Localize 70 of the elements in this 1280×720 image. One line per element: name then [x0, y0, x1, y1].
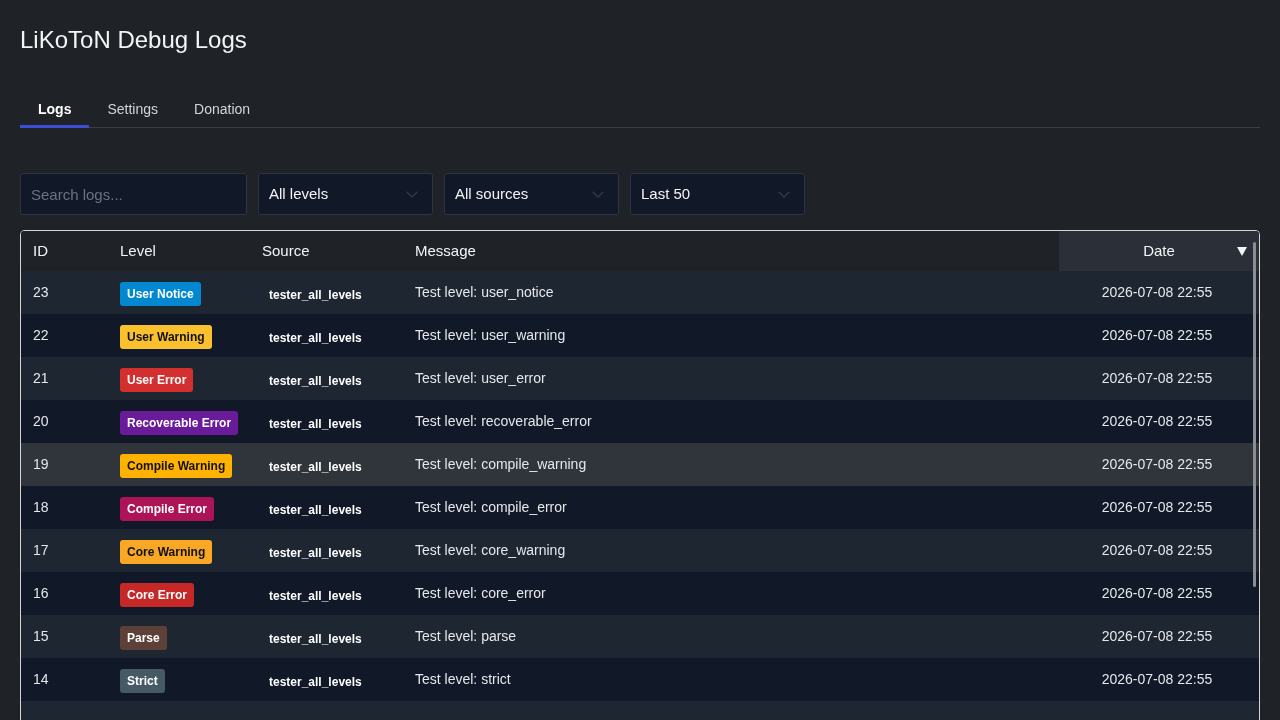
- log-id: 18: [33, 498, 49, 515]
- table-row[interactable]: 16 Core Error tester_all_levels Test level: core_error 2026-07-08 22:55: [21, 572, 1259, 615]
- level-badge: Recoverable Error: [120, 411, 239, 435]
- level-badge: Compile Error: [120, 497, 214, 521]
- log-message: Test level: user_error: [415, 369, 546, 386]
- log-source: tester_all_levels: [269, 416, 362, 431]
- log-date: 2026-07-08 22:55: [1101, 455, 1213, 472]
- log-id: 19: [33, 455, 49, 472]
- log-message: Test level: recoverable_error: [415, 412, 592, 429]
- caret-down-icon: [1237, 246, 1247, 256]
- table-row[interactable]: 20 Recoverable Error tester_all_levels Test level: recoverable_error 2026-07-08 22:55: [21, 400, 1259, 443]
- tab[interactable]: Logs: [20, 91, 90, 128]
- log-source: tester_all_levels: [269, 588, 362, 603]
- level-badge: User Warning: [120, 325, 212, 349]
- log-message: Test level: parse: [415, 627, 517, 644]
- chevron-down-icon: [406, 190, 418, 198]
- log-id: 16: [33, 584, 49, 601]
- table-row[interactable]: 22 User Warning tester_all_levels Test level: user_warning 2026-07-08 22:55: [21, 314, 1259, 357]
- level-badge: User Error: [120, 368, 194, 392]
- log-date: 2026-07-08 22:55: [1101, 326, 1213, 343]
- log-message: Test level: compile_warning: [415, 455, 587, 472]
- log-source: tester_all_levels: [269, 631, 362, 646]
- log-date: 2026-07-08 22:55: [1101, 412, 1213, 429]
- log-date: 2026-07-08 22:55: [1101, 541, 1213, 558]
- log-source: tester_all_levels: [269, 459, 362, 474]
- tab[interactable]: Donation: [176, 91, 269, 128]
- log-id: 14: [33, 670, 49, 687]
- log-id: 21: [33, 369, 49, 386]
- log-id: 22: [33, 326, 49, 343]
- level-badge: Parse: [120, 626, 167, 650]
- log-message: Test level: compile_error: [415, 498, 567, 515]
- level-badge: User Notice: [120, 282, 201, 306]
- dropdown[interactable]: Last 50: [630, 173, 805, 215]
- log-id: 20: [33, 412, 49, 429]
- log-source: tester_all_levels: [269, 373, 362, 388]
- log-date: 2026-07-08 22:55: [1101, 584, 1213, 601]
- log-id: 23: [33, 283, 49, 300]
- log-source: tester_all_levels: [269, 502, 362, 517]
- log-source: tester_all_levels: [269, 330, 362, 345]
- table-row[interactable]: 14 Strict tester_all_levels Test level: strict 2026-07-08 22:55: [21, 658, 1259, 701]
- table-row[interactable]: 18 Compile Error tester_all_levels Test level: compile_error 2026-07-08 22:55: [21, 486, 1259, 529]
- log-id: 15: [33, 627, 49, 644]
- log-message: Test level: core_warning: [415, 541, 566, 558]
- log-source: tester_all_levels: [269, 674, 362, 689]
- log-message: Test level: user_warning: [415, 326, 566, 343]
- table-row[interactable]: 19 Compile Warning tester_all_levels Test level: compile_warning 2026-07-08 22:55: [21, 443, 1259, 486]
- tab[interactable]: Settings: [89, 91, 177, 128]
- scrollbar-thumb[interactable]: [1253, 242, 1256, 587]
- log-source: tester_all_levels: [269, 287, 362, 302]
- log-message: Test level: user_notice: [415, 283, 554, 300]
- chevron-down-icon: [778, 190, 790, 198]
- level-badge: Compile Warning: [120, 454, 233, 478]
- log-date: 2026-07-08 22:55: [1101, 283, 1213, 300]
- page-title: LiKoToN Debug Logs: [20, 25, 247, 55]
- dropdown[interactable]: All levels: [258, 173, 433, 215]
- log-message: Test level: strict: [415, 670, 511, 687]
- level-badge: Core Error: [120, 583, 195, 607]
- search-field[interactable]: Search logs...: [20, 173, 247, 215]
- level-badge: Strict: [120, 669, 165, 693]
- log-date: 2026-07-08 22:55: [1101, 369, 1213, 386]
- level-badge: Core Warning: [120, 540, 213, 564]
- log-date: 2026-07-08 22:55: [1101, 670, 1213, 687]
- chevron-down-icon: [592, 190, 604, 198]
- log-date: 2026-07-08 22:55: [1101, 498, 1213, 515]
- log-source: tester_all_levels: [269, 545, 362, 560]
- column-header[interactable]: Date: [1059, 231, 1259, 271]
- log-date: 2026-07-08 22:55: [1101, 627, 1213, 644]
- log-message: Test level: core_error: [415, 584, 546, 601]
- dropdown[interactable]: All sources: [444, 173, 619, 215]
- log-id: 17: [33, 541, 49, 558]
